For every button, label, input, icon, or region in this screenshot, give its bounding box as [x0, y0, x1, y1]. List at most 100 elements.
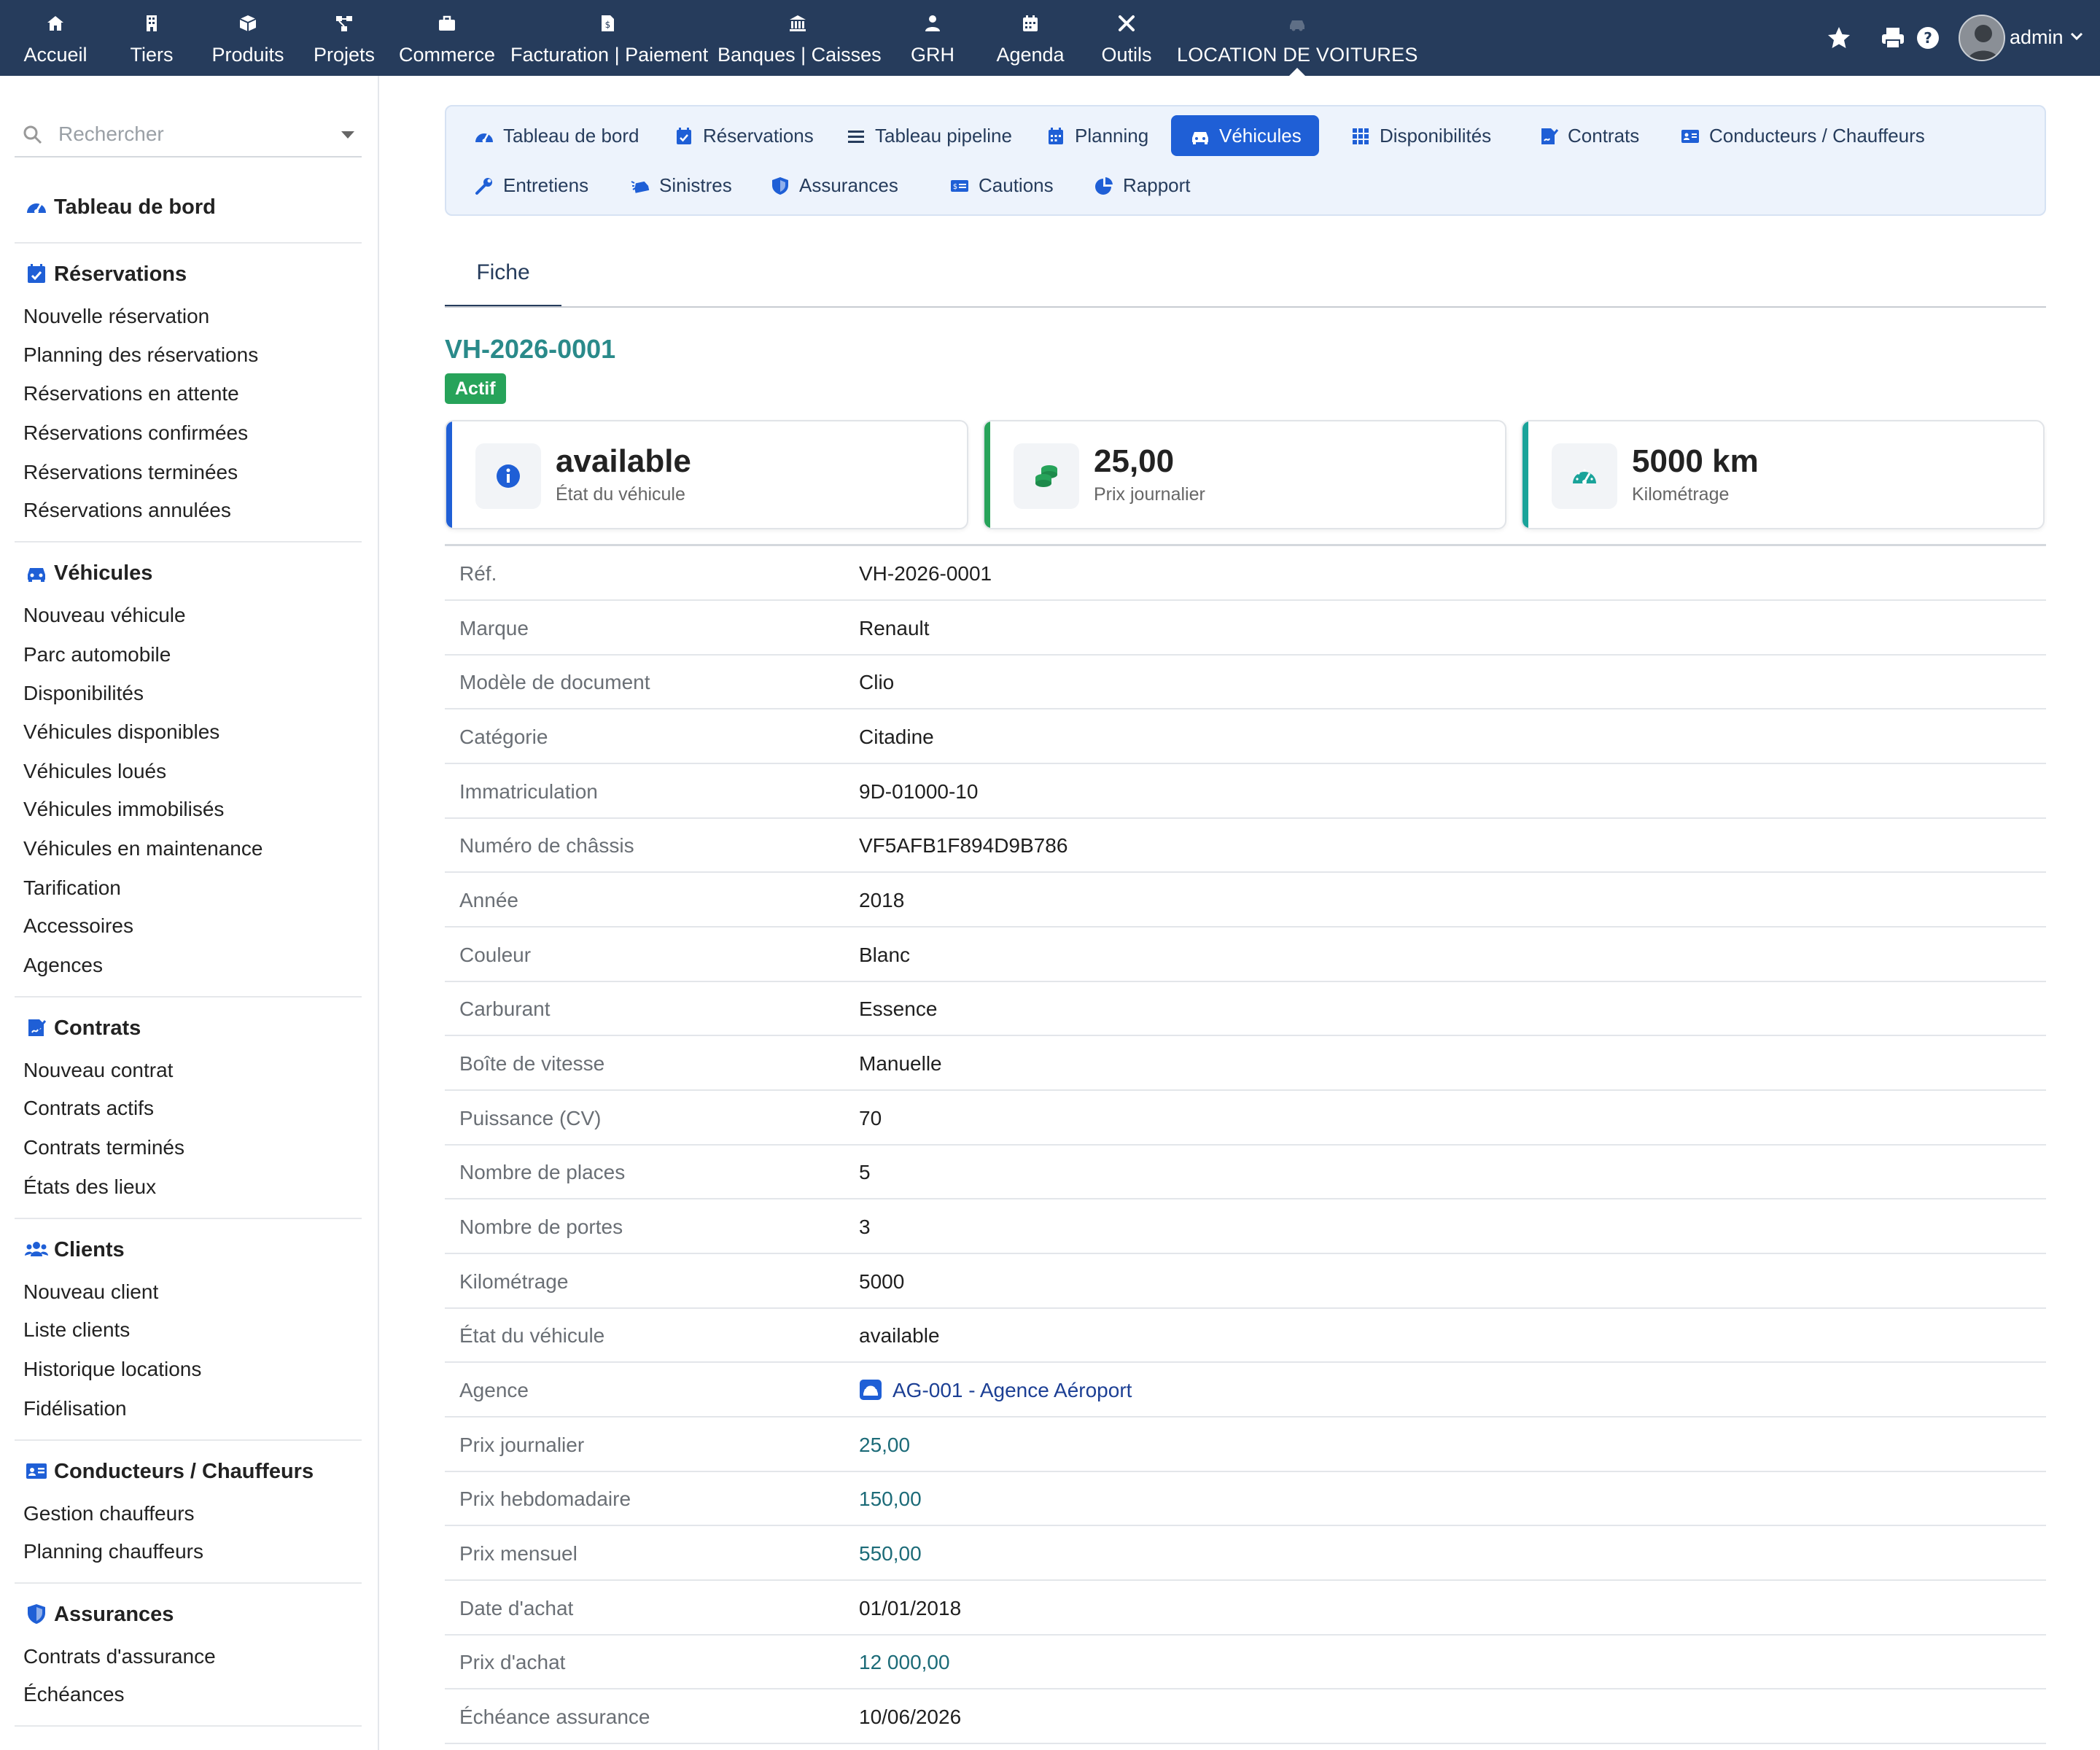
menu-label: LOCATION DE VOITURES: [1177, 44, 1418, 66]
tab-contrats[interactable]: Contrats: [1520, 115, 1657, 156]
field-value: 10/06/2026: [859, 1706, 962, 1728]
sidebar-item[interactable]: Parc automobile: [23, 643, 171, 666]
menu-accueil[interactable]: Accueil: [13, 0, 98, 76]
caret-down-icon[interactable]: [341, 131, 354, 139]
menu-banques[interactable]: Banques | Caisses: [718, 0, 882, 76]
sidebar-item[interactable]: Nouveau contrat: [23, 1059, 173, 1082]
sidebar-item[interactable]: Fidélisation: [23, 1397, 127, 1420]
sidebar-item[interactable]: Historique locations: [23, 1358, 201, 1381]
tab-reservations[interactable]: Réservations: [655, 115, 831, 156]
tab-assurances[interactable]: Assurances: [751, 165, 916, 206]
card-accent: [1522, 421, 1528, 528]
tab-fiche[interactable]: Fiche: [445, 241, 561, 308]
sidebar-item[interactable]: Nouveau véhicule: [23, 604, 186, 627]
tab-disponibilites[interactable]: Disponibilités: [1331, 115, 1509, 156]
sidebar-item[interactable]: Liste clients: [23, 1318, 130, 1342]
star-icon[interactable]: [1826, 25, 1852, 51]
speedometer-icon: [1573, 469, 1596, 484]
sidebar-section-contrats[interactable]: Contrats: [25, 1016, 141, 1041]
sidebar-item[interactable]: Nouveau client: [23, 1280, 158, 1304]
sidebar-item[interactable]: Échéances: [23, 1683, 125, 1706]
car-icon: [1290, 20, 1304, 31]
tab-planning[interactable]: Planning: [1027, 115, 1166, 156]
cube-icon: [239, 15, 257, 31]
tab-tableau-pipeline[interactable]: Tableau pipeline: [827, 115, 1030, 156]
tab-label: Planning: [1075, 125, 1149, 147]
sidebar-item[interactable]: Tarification: [23, 876, 121, 900]
agency-link-label: AG-001 - Agence Aéroport: [892, 1379, 1132, 1401]
sidebar-item[interactable]: Accessoires: [23, 914, 133, 938]
sidebar-item[interactable]: Planning chauffeurs: [23, 1540, 203, 1563]
avatar[interactable]: [1959, 15, 2005, 61]
sidebar-item[interactable]: Planning des réservations: [23, 343, 258, 367]
sidebar-item[interactable]: Contrats d'assurance: [23, 1645, 216, 1668]
tab-label: Contrats: [1568, 125, 1640, 147]
help-icon[interactable]: ?: [1915, 25, 1941, 51]
sidebar-section-conducteurs[interactable]: Conducteurs / Chauffeurs: [25, 1460, 314, 1484]
sidebar-item[interactable]: Contrats actifs: [23, 1097, 154, 1120]
sidebar-section-clients[interactable]: Clients: [25, 1238, 125, 1262]
sidebar-item[interactable]: Réservations annulées: [23, 499, 231, 522]
menu-facturation[interactable]: $ Facturation | Paiement: [510, 0, 708, 76]
tab-label: Disponibilités: [1380, 125, 1492, 147]
card-label: État du véhicule: [556, 484, 685, 505]
menu-location-voitures[interactable]: LOCATION DE VOITURES: [1177, 0, 1418, 77]
tab-tableau-de-bord[interactable]: Tableau de bord: [455, 115, 656, 156]
field-value: 01/01/2018: [859, 1597, 962, 1619]
field-label: Puissance (CV): [459, 1107, 602, 1129]
menu-commerce[interactable]: Commerce: [398, 0, 496, 76]
sidebar-item[interactable]: Gestion chauffeurs: [23, 1502, 195, 1525]
sidebar-item[interactable]: Nouvelle réservation: [23, 305, 209, 328]
card-icon-box: [475, 443, 541, 509]
print-icon[interactable]: [1880, 25, 1906, 51]
money-check-icon: $: [951, 180, 968, 192]
sidebar-item[interactable]: Disponibilités: [23, 682, 144, 705]
tab-cautions[interactable]: $ Cautions: [930, 165, 1071, 206]
sidebar-item[interactable]: Agences: [23, 954, 103, 977]
agency-link[interactable]: AG-001 - Agence Aéroport: [859, 1379, 1132, 1402]
search-icon: [23, 125, 42, 144]
sidebar-dashboard[interactable]: Tableau de bord: [25, 195, 216, 219]
field-label: Agence: [459, 1379, 529, 1401]
menu-tiers[interactable]: Tiers: [115, 0, 188, 76]
card-value: 5000 km: [1632, 443, 1759, 479]
shield-icon: [28, 1604, 45, 1624]
card-label: Kilométrage: [1632, 484, 1730, 505]
menu-grh[interactable]: GRH: [898, 0, 967, 76]
menu-label: GRH: [911, 44, 954, 66]
field-label: Année: [459, 889, 518, 911]
sidebar-item[interactable]: Contrats terminés: [23, 1136, 184, 1159]
menu-agenda[interactable]: Agenda: [987, 0, 1073, 76]
table-row: Couleur Blanc: [445, 928, 2046, 982]
username[interactable]: admin: [2010, 26, 2064, 49]
field-label: Prix mensuel: [459, 1542, 578, 1565]
sidebar-section-vehicules[interactable]: Véhicules: [25, 561, 152, 586]
tab-conducteurs[interactable]: Conducteurs / Chauffeurs: [1661, 115, 1942, 156]
sidebar-item[interactable]: Véhicules disponibles: [23, 720, 219, 744]
sidebar-item[interactable]: Véhicules loués: [23, 760, 166, 783]
field-value: 12 000,00: [859, 1651, 950, 1673]
menu-label: Accueil: [23, 44, 88, 66]
sidebar-divider: [15, 996, 362, 998]
sidebar-item[interactable]: Réservations terminées: [23, 461, 238, 484]
sidebar-item[interactable]: Véhicules en maintenance: [23, 837, 262, 860]
sidebar-section-reservations[interactable]: Réservations: [25, 262, 187, 287]
tab-vehicules[interactable]: Véhicules: [1171, 115, 1319, 156]
menu-produits[interactable]: Produits: [207, 0, 289, 76]
tab-sinistres[interactable]: Sinistres: [611, 165, 750, 206]
menu-projets[interactable]: Projets: [309, 0, 379, 76]
sidebar-item[interactable]: Véhicules immobilisés: [23, 798, 224, 821]
sidebar-item[interactable]: États des lieux: [23, 1175, 156, 1199]
tab-label: Cautions: [979, 174, 1054, 196]
sidebar-section-assurances[interactable]: Assurances: [25, 1603, 174, 1627]
sidebar-item[interactable]: Réservations confirmées: [23, 421, 248, 445]
sidebar-item[interactable]: Réservations en attente: [23, 382, 239, 405]
search-input[interactable]: Rechercher: [15, 117, 362, 158]
menu-outils[interactable]: Outils: [1092, 0, 1161, 76]
sidebar-divider: [15, 541, 362, 542]
tab-entretiens[interactable]: Entretiens: [455, 165, 606, 206]
chevron-down-icon[interactable]: [2068, 28, 2085, 45]
sidebar-section-title: Véhicules: [54, 561, 153, 585]
page-title: VH-2026-0001: [445, 334, 616, 364]
tab-rapport[interactable]: Rapport: [1075, 165, 1208, 206]
